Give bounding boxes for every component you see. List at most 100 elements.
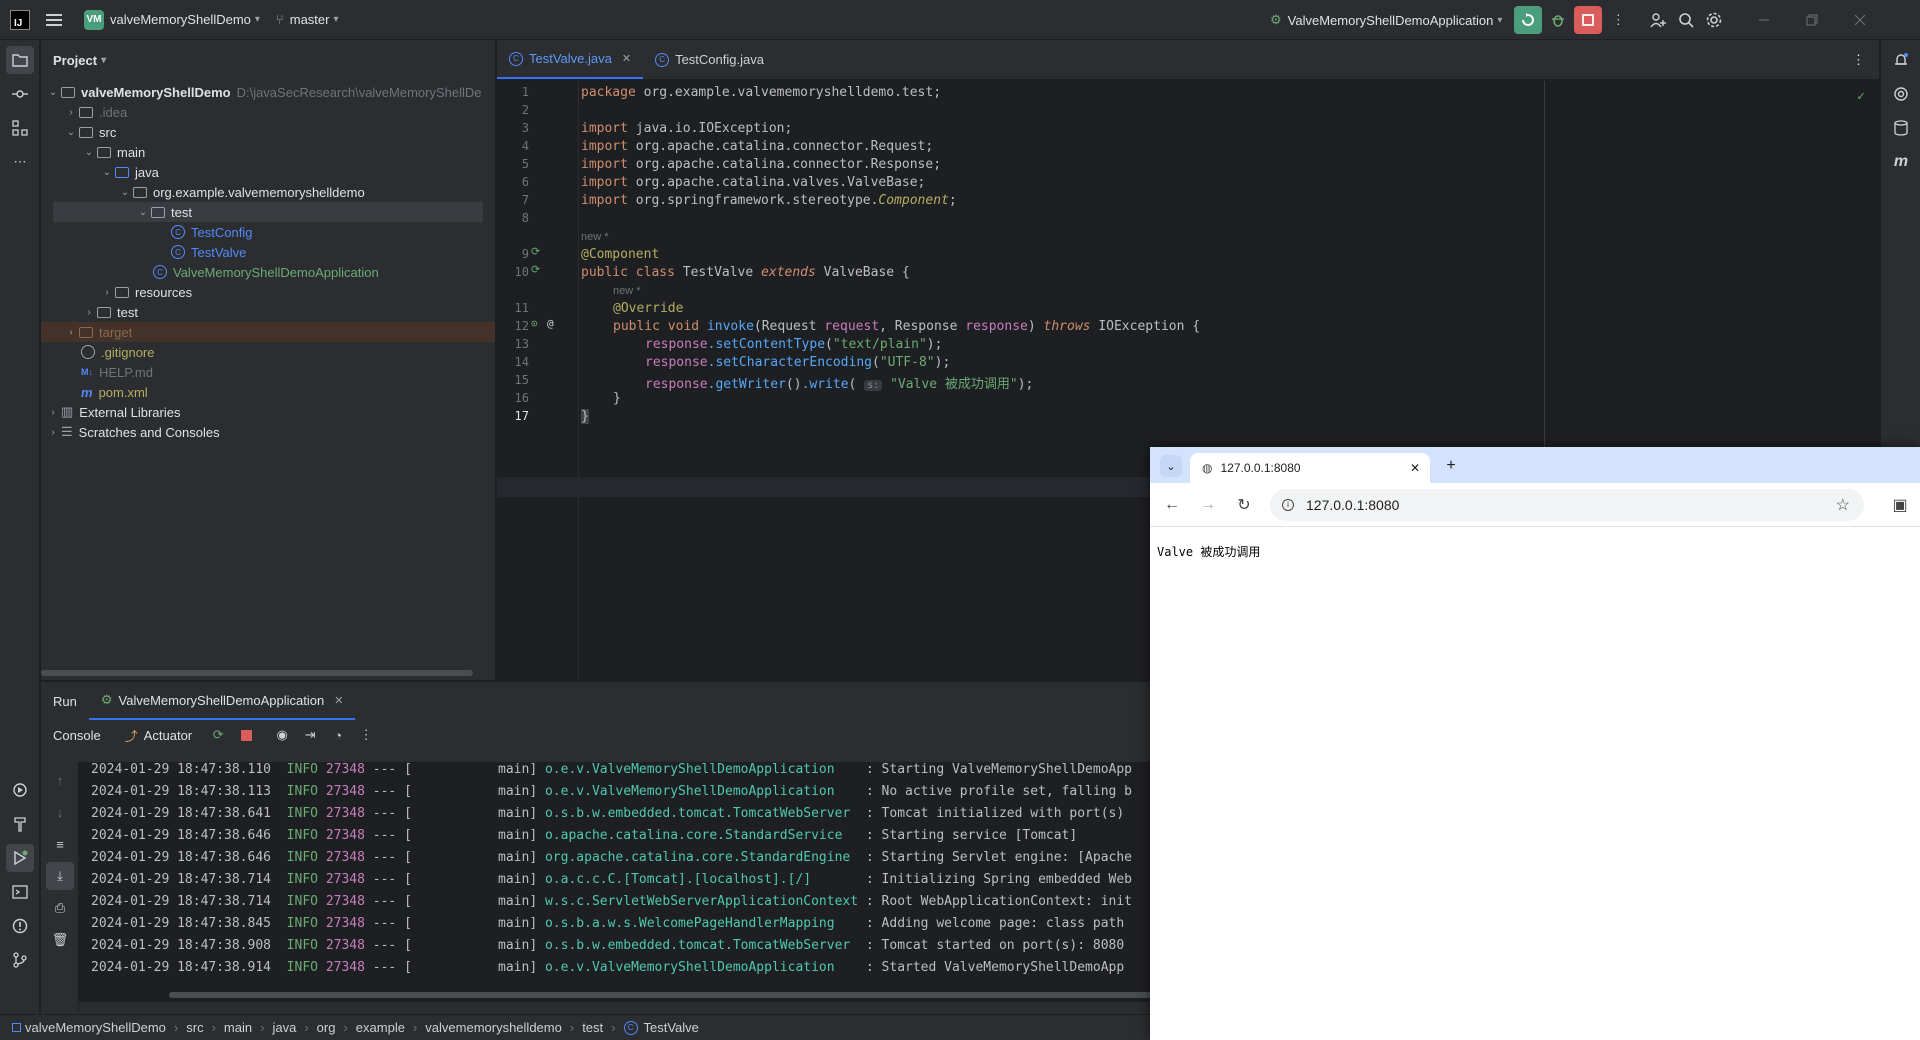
breadcrumb-item[interactable]: valvememoryshelldemo [425,1020,562,1035]
more-actions-icon[interactable]: ⋮ [352,721,380,749]
close-window-icon[interactable] [1846,6,1874,34]
tab-console[interactable]: Console [41,720,113,750]
tab-search-icon[interactable]: ⌄ [1160,455,1182,477]
more-tools-icon[interactable]: ⋯ [6,148,34,176]
threads-icon[interactable]: ◔ [324,721,352,749]
tree-item-test[interactable]: › test [81,302,138,322]
tree-item-resources[interactable]: › resources [99,282,192,302]
breadcrumb-item[interactable]: test [582,1020,603,1035]
maven-icon[interactable]: m [1887,148,1915,176]
branch-switcher[interactable]: ⑂ master ▾ [268,6,347,34]
database-icon[interactable] [1887,114,1915,142]
minimize-icon[interactable] [1750,6,1778,34]
debug-icon[interactable] [1544,6,1572,34]
reload-icon[interactable]: ↻ [1232,493,1256,517]
tab-testconfig[interactable]: C TestConfig.java [643,40,776,79]
run-tool-icon[interactable] [6,844,34,872]
tree-item-package[interactable]: ⌄ org.example.valvememoryshelldemo [117,182,365,202]
tab-testvalve[interactable]: C TestValve.java ✕ [497,40,644,79]
forward-icon[interactable]: → [1196,493,1220,517]
rerun-icon[interactable]: ⟳ [204,721,232,749]
browser-window: ⌄ ◍ 127.0.0.1:8080 ✕ + ← → ↻ i 127.0.0.1… [1150,447,1920,1040]
tree-item-pom[interactable]: m pom.xml [81,382,148,402]
extensions-icon[interactable]: ▣ [1888,493,1912,517]
intellij-logo-icon[interactable]: IJ [10,9,30,30]
terminal-tool-icon[interactable] [6,878,34,906]
browser-tab[interactable]: ◍ 127.0.0.1:8080 ✕ [1190,453,1430,483]
structure-tool-icon[interactable] [6,114,34,142]
tree-item-test-package[interactable]: ⌄ test [53,202,483,222]
new-tab-icon[interactable]: + [1440,455,1462,477]
git-tool-icon[interactable] [6,946,34,974]
close-tab-icon[interactable]: ✕ [1410,461,1420,475]
restore-icon[interactable] [1798,6,1826,34]
back-icon[interactable]: ← [1160,493,1184,517]
breadcrumb-item[interactable]: valveMemoryShellDemo [25,1020,166,1035]
tab-run-config[interactable]: ⚙ ValveMemoryShellDemoApplication ✕ [88,682,356,720]
package-icon [133,186,147,198]
breadcrumb-item[interactable]: org [317,1020,336,1035]
stop-icon[interactable] [1574,6,1603,34]
tree-item-application[interactable]: C ValveMemoryShellDemoApplication [153,262,379,282]
breadcrumb-item[interactable]: TestValve [644,1020,699,1035]
scroll-down-icon[interactable]: ↓ [46,798,74,826]
breadcrumb-item[interactable]: java [272,1020,296,1035]
site-info-icon[interactable]: i [1282,499,1294,511]
project-switcher[interactable]: VM valveMemoryShellDemo ▾ [76,6,268,34]
close-tab-icon[interactable]: ✕ [334,694,343,707]
tree-item-external-libraries[interactable]: › ▥ External Libraries [45,402,180,422]
breadcrumb-item[interactable]: example [356,1020,405,1035]
tree-item-testconfig[interactable]: C TestConfig [171,222,252,242]
scroll-up-icon[interactable]: ↑ [46,766,74,794]
tab-more-icon[interactable]: ⋮ [1852,40,1879,79]
tree-item-src[interactable]: ⌄ src [63,122,117,142]
breadcrumb-item[interactable]: src [186,1020,203,1035]
project-tool-icon[interactable] [6,46,34,74]
scroll-to-end-icon[interactable]: ⤓ [46,862,74,890]
bookmark-star-icon[interactable]: ☆ [1836,495,1850,515]
author-hint[interactable]: new * [613,285,641,297]
override-gutter-icon[interactable]: ⊙ [531,317,538,330]
build-tool-icon[interactable] [6,810,34,838]
project-hscrollbar[interactable] [41,670,473,676]
spring-bean-gutter-icon[interactable]: ⟳ [531,263,540,276]
main-menu-icon[interactable] [40,6,68,34]
spring-bean-gutter-icon[interactable]: ⟳ [531,245,540,258]
more-actions-icon[interactable]: ⋮ [1604,6,1632,34]
exit-icon[interactable]: ⇥ [296,721,324,749]
ai-assistant-icon[interactable] [1887,80,1915,108]
tree-item-target[interactable]: › target [41,322,495,342]
clear-all-icon[interactable]: 🗑 [46,926,74,954]
author-hint[interactable]: new * [581,231,609,243]
soft-wrap-icon[interactable]: ≡ [46,830,74,858]
add-user-icon[interactable] [1644,6,1672,34]
breadcrumb-item[interactable]: main [224,1020,252,1035]
tree-item-idea[interactable]: › .idea [63,102,127,122]
tree-item-gitignore[interactable]: .gitignore [81,342,154,362]
problems-tool-icon[interactable] [6,912,34,940]
tree-root[interactable]: ⌄ valveMemoryShellDemo D:\javaSecResearc… [45,82,495,102]
services-tool-icon[interactable] [6,776,34,804]
project-panel-header[interactable]: Project ▾ [41,40,495,80]
run-config-selector[interactable]: ⚙ ValveMemoryShellDemoApplication ▾ [1262,6,1510,34]
annotation-gutter-icon[interactable]: @ [547,317,554,330]
tab-actuator[interactable]: ⤴ Actuator [113,720,204,750]
tree-item-java[interactable]: ⌄ java [99,162,159,182]
settings-gear-icon[interactable] [1700,6,1728,34]
commit-tool-icon[interactable] [6,80,34,108]
class-icon: C [509,51,523,66]
close-tab-icon[interactable]: ✕ [622,52,631,65]
stop-icon[interactable] [232,721,260,749]
print-icon[interactable]: ⎙ [46,894,74,922]
search-icon[interactable] [1672,6,1700,34]
address-bar[interactable]: i 127.0.0.1:8080 ☆ [1270,489,1864,521]
screenshot-icon[interactable]: ◉ [268,721,296,749]
tree-item-help[interactable]: M↓ HELP.md [81,362,153,382]
console-hscrollbar[interactable] [169,992,1219,998]
tree-item-main[interactable]: ⌄ main [81,142,145,162]
notifications-icon[interactable] [1887,46,1915,74]
rerun-icon[interactable] [1514,6,1543,34]
code-token: import [581,193,628,208]
tree-item-testvalve[interactable]: C TestValve [171,242,246,262]
tree-item-scratches[interactable]: › ☰ Scratches and Consoles [45,422,219,442]
